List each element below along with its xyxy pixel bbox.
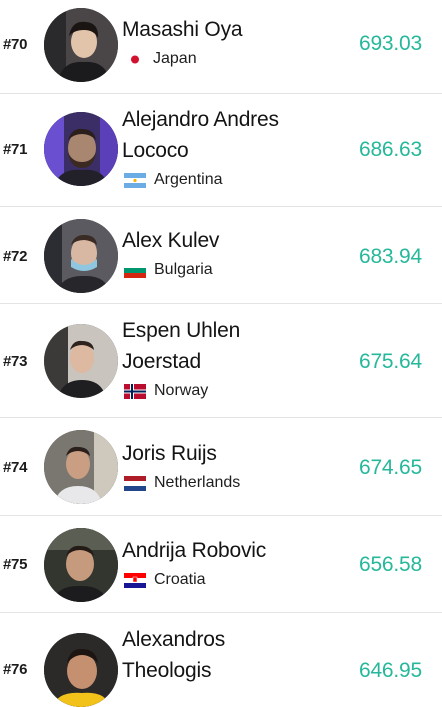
- country-name: Croatia: [154, 571, 206, 588]
- player-name[interactable]: Alejandro Andres Lococo: [122, 104, 342, 166]
- player-score: 683.94: [358, 245, 422, 268]
- player-score: 693.03: [358, 32, 422, 55]
- player-info: Andrija Robovic Croatia: [122, 535, 342, 592]
- player-name[interactable]: Andrija Robovic: [122, 535, 342, 566]
- leaderboard-row[interactable]: #73 Espen Uhlen Joerstad Norway 675.64: [0, 304, 442, 418]
- rank-label: #73: [3, 353, 28, 370]
- player-country: Japan: [122, 47, 342, 71]
- player-country: Argentina: [122, 168, 342, 192]
- player-info: Masashi Oya Japan: [122, 14, 342, 71]
- leaderboard-row[interactable]: #76 Alexandros Theologis 646.95: [0, 613, 442, 707]
- player-name[interactable]: Espen Uhlen Joerstad: [122, 315, 342, 377]
- player-country: Netherlands: [122, 471, 342, 495]
- country-name: Norway: [154, 382, 209, 399]
- player-country: Norway: [122, 379, 342, 403]
- country-name: Netherlands: [154, 474, 241, 491]
- japan-flag-icon: [128, 52, 142, 67]
- player-avatar[interactable]: [44, 633, 118, 707]
- leaderboard-row[interactable]: #75 Andrija Robovic Croatia 656.58: [0, 516, 442, 613]
- netherlands-flag-icon: [124, 475, 146, 491]
- leaderboard-row[interactable]: #71 Alejandro Andres Lococo Argentina 68…: [0, 94, 442, 207]
- player-avatar[interactable]: [44, 112, 118, 186]
- country-name: Bulgaria: [154, 261, 213, 278]
- player-info: Alexandros Theologis: [122, 624, 342, 686]
- player-score: 686.63: [358, 138, 422, 161]
- player-name[interactable]: Joris Ruijs: [122, 438, 342, 469]
- rank-label: #74: [3, 459, 28, 476]
- country-name: Argentina: [154, 171, 223, 188]
- rank-label: #72: [3, 248, 28, 265]
- player-score: 675.64: [358, 350, 422, 373]
- rank-label: #71: [3, 141, 28, 158]
- player-info: Espen Uhlen Joerstad Norway: [122, 315, 342, 403]
- leaderboard-row[interactable]: #70 Masashi Oya Japan 693.03: [0, 0, 442, 94]
- croatia-flag-icon: [124, 572, 146, 588]
- player-avatar[interactable]: [44, 528, 118, 602]
- player-info: Alejandro Andres Lococo Argentina: [122, 104, 342, 192]
- norway-flag-icon: [124, 383, 146, 399]
- player-info: Alex Kulev Bulgaria: [122, 225, 342, 282]
- player-name[interactable]: Alex Kulev: [122, 225, 342, 256]
- argentina-flag-icon: [124, 172, 146, 188]
- player-country: Bulgaria: [122, 258, 342, 282]
- player-avatar[interactable]: [44, 8, 118, 82]
- player-name[interactable]: Masashi Oya: [122, 14, 342, 45]
- player-info: Joris Ruijs Netherlands: [122, 438, 342, 495]
- rank-label: #70: [3, 36, 28, 53]
- player-score: 674.65: [358, 456, 422, 479]
- player-avatar[interactable]: [44, 324, 118, 398]
- player-name[interactable]: Alexandros Theologis: [122, 624, 342, 686]
- country-name: Japan: [153, 50, 197, 67]
- player-country: Croatia: [122, 568, 342, 592]
- leaderboard-row[interactable]: #72 Alex Kulev Bulgaria 683.94: [0, 207, 442, 304]
- player-score: 646.95: [358, 659, 422, 682]
- rank-label: #76: [3, 661, 28, 678]
- bulgaria-flag-icon: [124, 262, 146, 278]
- leaderboard-row[interactable]: #74 Joris Ruijs Netherlands 674.65: [0, 418, 442, 516]
- player-avatar[interactable]: [44, 219, 118, 293]
- rank-label: #75: [3, 556, 28, 573]
- player-score: 656.58: [358, 553, 422, 576]
- player-avatar[interactable]: [44, 430, 118, 504]
